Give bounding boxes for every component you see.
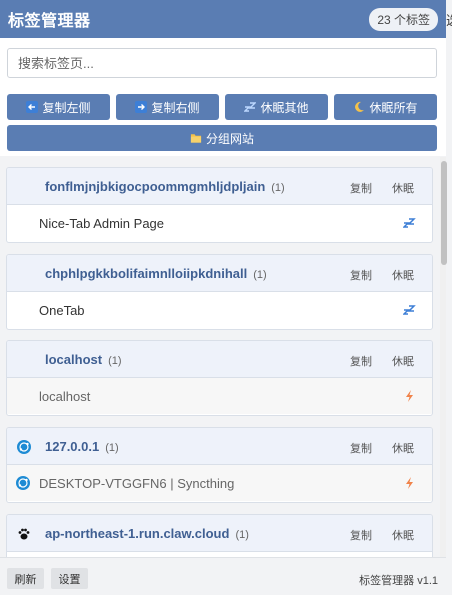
group-sleep-button[interactable]: 休眠 <box>392 353 414 369</box>
group-list: fonflmjnjbkigocpoommgmhljdpljain (1) 复制 休… <box>0 157 440 557</box>
tab-title: DESKTOP-VTGGFN6 | Syncthing <box>39 476 235 491</box>
moon-icon <box>353 101 365 113</box>
arrow-left-icon <box>26 101 39 113</box>
group-sleep-button[interactable]: 休眠 <box>392 440 414 456</box>
tab-title: OneTab <box>39 303 85 318</box>
scrollbar-thumb[interactable] <box>441 161 447 265</box>
tab-item[interactable]: OneTab <box>7 292 432 328</box>
paw-icon <box>17 527 31 541</box>
tab-item[interactable]: DESKTOP-VTGGFN6 | Syncthing <box>7 465 432 501</box>
group-count: (1) <box>235 529 249 541</box>
group-name: 127.0.0.1 (1) <box>45 439 119 454</box>
group-card: fonflmjnjbkigocpoommgmhljdpljain (1) 复制 休… <box>6 167 433 243</box>
group-card: 127.0.0.1 (1) 复制 休眠 DESKTOP-VTGGFN6 | Syn… <box>6 427 433 503</box>
group-copy-button[interactable]: 复制 <box>350 440 372 456</box>
group-copy-button[interactable]: 复制 <box>350 180 372 196</box>
sleep-all-label: 休眠所有 <box>369 100 418 115</box>
group-copy-button[interactable]: 复制 <box>350 353 372 369</box>
tab-count-badge: 23 个标签 <box>369 7 438 31</box>
sleep-others-button[interactable]: 休眠其他 <box>225 94 328 120</box>
group-header[interactable]: localhost (1) 复制 休眠 <box>7 341 432 378</box>
copy-left-button[interactable]: 复制左侧 <box>7 94 110 120</box>
group-header[interactable]: chphlpgkkbolifaimnlloiipkdnihall (1) 复制 休… <box>7 255 432 292</box>
sleep-zz-icon <box>244 101 257 113</box>
group-header[interactable]: 127.0.0.1 (1) 复制 休眠 <box>7 428 432 465</box>
copy-right-label: 复制右侧 <box>151 100 200 115</box>
group-sleep-button[interactable]: 休眠 <box>392 267 414 283</box>
syncthing-icon <box>17 440 31 454</box>
group-header[interactable]: fonflmjnjbkigocpoommgmhljdpljain (1) 复制 休… <box>7 168 432 205</box>
refresh-button[interactable]: 刷新 <box>7 568 44 589</box>
group-count: (1) <box>105 442 119 454</box>
group-sites-button[interactable]: 分组网站 <box>7 125 437 151</box>
footer: 刷新 设置 标签管理器 v1.1 <box>0 557 446 595</box>
control-panel: 复制左侧 复制右侧 休眠其他 休眠所有 分组网站 <box>0 38 446 156</box>
sleep-others-label: 休眠其他 <box>260 100 309 115</box>
sleep-all-button[interactable]: 休眠所有 <box>334 94 437 120</box>
group-name: chphlpgkkbolifaimnlloiipkdnihall (1) <box>45 266 267 281</box>
tab-title: localhost <box>39 389 91 404</box>
syncthing-icon <box>16 476 30 490</box>
group-copy-button[interactable]: 复制 <box>350 267 372 283</box>
settings-button[interactable]: 设置 <box>51 568 88 589</box>
group-header[interactable]: ap-northeast-1.run.claw.cloud (1) 复制 休眠 <box>7 515 432 552</box>
edge-fragment: 选 <box>446 10 452 29</box>
copy-left-label: 复制左侧 <box>42 100 91 115</box>
group-sleep-button[interactable]: 休眠 <box>392 527 414 543</box>
copy-right-button[interactable]: 复制右侧 <box>116 94 219 120</box>
group-count: (1) <box>108 355 122 367</box>
group-sleep-button[interactable]: 休眠 <box>392 180 414 196</box>
folder-icon <box>190 132 202 144</box>
app-title: 标签管理器 <box>8 13 91 30</box>
group-name: ap-northeast-1.run.claw.cloud (1) <box>45 526 249 541</box>
version-label: 标签管理器 v1.1 <box>359 575 438 587</box>
group-copy-button[interactable]: 复制 <box>350 527 372 543</box>
sleeping-zz-icon <box>402 216 416 230</box>
group-count: (1) <box>253 269 267 281</box>
tab-item[interactable]: Nice-Tab Admin Page <box>7 205 432 241</box>
active-bolt-icon <box>403 389 416 403</box>
sleeping-zz-icon <box>402 303 416 317</box>
group-sites-label: 分组网站 <box>205 131 254 146</box>
tab-title: Nice-Tab Admin Page <box>39 216 165 231</box>
group-name: localhost (1) <box>45 352 122 367</box>
search-input[interactable] <box>7 48 437 78</box>
tab-item[interactable]: localhost <box>7 378 432 414</box>
app-header: 标签管理器 23 个标签 <box>0 0 446 38</box>
group-card: chphlpgkkbolifaimnlloiipkdnihall (1) 复制 休… <box>6 254 433 330</box>
active-bolt-icon <box>403 476 416 490</box>
group-name: fonflmjnjbkigocpoommgmhljdpljain (1) <box>45 179 285 194</box>
list-scrollbar[interactable] <box>440 157 447 557</box>
arrow-right-icon <box>135 101 148 113</box>
group-card: localhost (1) 复制 休眠 localhost <box>6 340 433 416</box>
group-count: (1) <box>271 182 285 194</box>
group-card: ap-northeast-1.run.claw.cloud (1) 复制 休眠 <box>6 514 433 557</box>
